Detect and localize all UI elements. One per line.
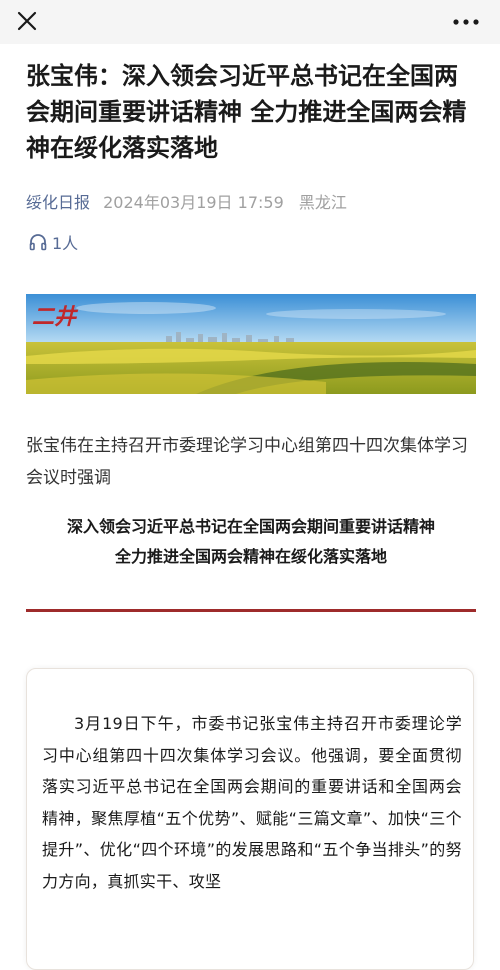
publish-date: 2024年03月19日 17:59 [103, 193, 284, 212]
headline-line-1: 深入领会习近平总书记在全国两会期间重要讲话精神 [66, 517, 435, 536]
banner-image: 二井 [26, 294, 476, 394]
close-button[interactable] [14, 8, 40, 34]
region-label: 黑龙江 [298, 193, 347, 212]
banner-logo-text: 二井 [32, 304, 79, 330]
listen-count: 1人 [52, 234, 79, 253]
red-divider [26, 609, 476, 612]
article-title: 张宝伟：深入领会习近平总书记在全国两会期间重要讲话精神 全力推进全国两会精神在绥… [26, 62, 467, 162]
source-link[interactable]: 绥化日报 [26, 193, 90, 212]
article-body: 3月19日下午，市委书记张宝伟主持召开市委理论学习中心组第四十四次集体学习会议。… [42, 714, 462, 891]
more-button[interactable] [452, 12, 480, 32]
close-icon [17, 11, 37, 31]
listen-button[interactable]: 1人 [28, 230, 78, 254]
article-meta: 绥化日报 2024年03月19日 17:59 黑龙江 [26, 192, 476, 214]
article-intro: 张宝伟在主持召开市委理论学习中心组第四十四次集体学习会议时强调 [26, 436, 468, 488]
headline-line-2: 全力推进全国两会精神在绥化落实落地 [114, 547, 387, 566]
article-headline: 深入领会习近平总书记在全国两会期间重要讲话精神 全力推进全国两会精神在绥化落实落… [26, 512, 476, 572]
headphones-icon [29, 234, 47, 251]
more-dots-icon [453, 19, 479, 25]
top-bar [0, 0, 500, 44]
